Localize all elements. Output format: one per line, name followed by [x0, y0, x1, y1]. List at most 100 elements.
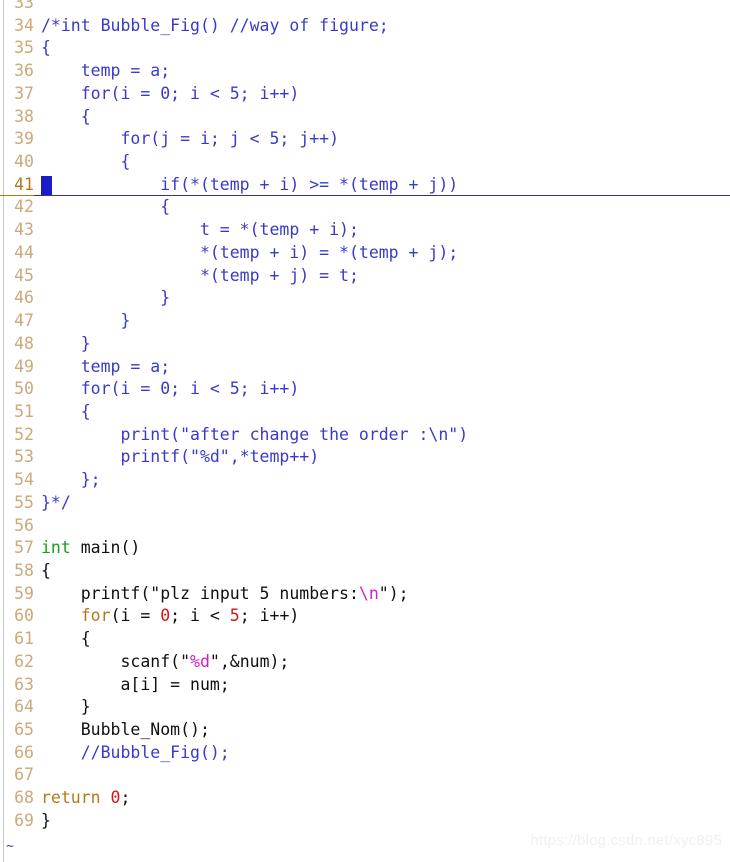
- line-text[interactable]: }: [41, 333, 91, 356]
- line-number: 59: [14, 583, 34, 603]
- code-line[interactable]: 37 for(i = 0; i < 5; i++): [0, 83, 730, 106]
- code-line[interactable]: 45 *(temp + j) = t;: [0, 265, 730, 288]
- line-number: 58: [14, 560, 34, 580]
- line-text[interactable]: temp = a;: [41, 356, 170, 379]
- code-line[interactable]: 44 *(temp + i) = *(temp + j);: [0, 242, 730, 265]
- code-line[interactable]: 33: [0, 0, 730, 15]
- token-plain: (i =: [110, 606, 161, 626]
- line-text[interactable]: a[i] = num;: [41, 674, 229, 697]
- line-text[interactable]: return 0;: [41, 787, 130, 810]
- code-editor-window[interactable]: 33 34/*int Bubble_Fig() //way of figure; 3…: [0, 0, 730, 862]
- code-line[interactable]: 34 /*int Bubble_Fig() //way of figure;: [0, 15, 730, 38]
- line-text[interactable]: }: [41, 287, 170, 310]
- line-text[interactable]: /*int Bubble_Fig() //way of figure;: [41, 15, 389, 38]
- token-comment: {: [41, 38, 51, 58]
- code-line[interactable]: 52 print("after change the order :\n"): [0, 424, 730, 447]
- line-text[interactable]: for(i = 0; i < 5; i++): [41, 605, 300, 628]
- line-text[interactable]: *(temp + j) = t;: [41, 265, 359, 288]
- line-number: 63: [14, 674, 34, 694]
- line-text[interactable]: {: [41, 106, 91, 129]
- line-number: 47: [14, 311, 34, 331]
- line-number: 40: [14, 152, 34, 172]
- token-plain: Bubble_Nom();: [41, 720, 210, 739]
- code-line[interactable]: 58 {: [0, 560, 730, 583]
- line-text[interactable]: {: [41, 560, 51, 583]
- code-line[interactable]: 67: [0, 764, 730, 787]
- code-line[interactable]: 61 {: [0, 628, 730, 651]
- line-text[interactable]: print("after change the order :\n"): [41, 424, 468, 447]
- code-line[interactable]: 59 printf("plz input 5 numbers:\n");: [0, 583, 730, 606]
- code-line[interactable]: 48 }: [0, 333, 730, 356]
- code-line[interactable]: 56: [0, 515, 730, 538]
- code-line[interactable]: 42 {: [0, 196, 730, 219]
- line-text[interactable]: }: [41, 810, 51, 833]
- code-line[interactable]: 43 t = *(temp + i);: [0, 219, 730, 242]
- code-line[interactable]: 47 }: [0, 310, 730, 333]
- code-line[interactable]: 46 }: [0, 287, 730, 310]
- token-plain: );: [388, 583, 409, 603]
- code-line[interactable]: 38 {: [0, 106, 730, 129]
- line-number: 57: [14, 538, 34, 558]
- line-text[interactable]: *(temp + i) = *(temp + j);: [41, 242, 458, 265]
- code-line[interactable]: 53 printf("%d",*temp++): [0, 446, 730, 469]
- token-comment: for(i = 0; i < 5; i++): [41, 83, 300, 103]
- code-line[interactable]: 64 }: [0, 696, 730, 719]
- line-text[interactable]: printf("plz input 5 numbers:\n");: [41, 583, 409, 606]
- line-text[interactable]: {: [41, 401, 91, 424]
- line-text[interactable]: if(*(temp + i) >= *(temp + j)): [41, 174, 458, 197]
- code-line[interactable]: 68 return 0;: [0, 787, 730, 810]
- token-comment: }: [41, 311, 131, 331]
- code-line[interactable]: 63 a[i] = num;: [0, 674, 730, 697]
- line-text[interactable]: Bubble_Nom();: [41, 719, 210, 742]
- line-text[interactable]: int main(): [41, 537, 140, 560]
- code-lines-container[interactable]: 33 34/*int Bubble_Fig() //way of figure; 3…: [0, 0, 730, 833]
- line-number: 44: [14, 242, 34, 262]
- line-text[interactable]: t = *(temp + i);: [41, 219, 359, 242]
- line-text[interactable]: for(i = 0; i < 5; i++): [41, 378, 300, 401]
- code-line[interactable]: 65 Bubble_Nom();: [0, 719, 730, 742]
- code-line[interactable]: 69}: [0, 810, 730, 833]
- token-comment: };: [41, 470, 101, 490]
- line-text[interactable]: scanf("%d",&num);: [41, 651, 289, 674]
- line-number: 51: [14, 401, 34, 421]
- line-text[interactable]: temp = a;: [41, 60, 170, 83]
- token-format: %d: [190, 651, 210, 671]
- line-text[interactable]: {: [41, 196, 170, 219]
- line-text[interactable]: {: [41, 628, 91, 651]
- line-number: 33: [14, 0, 34, 12]
- line-number: 48: [14, 333, 34, 353]
- code-line[interactable]: 39 for(j = i; j < 5; j++): [0, 128, 730, 151]
- token-plain: main(): [70, 538, 141, 558]
- code-line[interactable]: 36 temp = a;: [0, 60, 730, 83]
- token-comment: temp = a;: [41, 356, 171, 376]
- line-text[interactable]: printf("%d",*temp++): [41, 446, 319, 469]
- line-text[interactable]: }*/: [41, 492, 71, 515]
- line-number: 65: [14, 720, 34, 739]
- line-text[interactable]: }: [41, 696, 91, 719]
- code-line[interactable]: 50 for(i = 0; i < 5; i++): [0, 378, 730, 401]
- code-line[interactable]: 35 {: [0, 37, 730, 60]
- token-comment: for(i = 0; i < 5; i++): [41, 379, 300, 399]
- line-text[interactable]: for(i = 0; i < 5; i++): [41, 83, 300, 106]
- code-line[interactable]: 40 {: [0, 151, 730, 174]
- code-line[interactable]: 57 int main(): [0, 537, 730, 560]
- line-number: 46: [14, 288, 34, 308]
- line-text[interactable]: //Bubble_Fig();: [41, 742, 230, 765]
- token-comment: *(temp + j) = t;: [41, 265, 359, 285]
- code-line[interactable]: 54 };: [0, 469, 730, 492]
- line-text[interactable]: }: [41, 310, 130, 333]
- line-text[interactable]: {: [41, 151, 130, 174]
- line-text[interactable]: {: [41, 37, 51, 60]
- code-line[interactable]: 41 if(*(temp + i) >= *(temp + j)): [0, 174, 730, 197]
- code-line[interactable]: 62 scanf("%d",&num);: [0, 651, 730, 674]
- code-line[interactable]: 51 {: [0, 401, 730, 424]
- code-line[interactable]: 49 temp = a;: [0, 356, 730, 379]
- line-text[interactable]: for(j = i; j < 5; j++): [41, 128, 339, 151]
- token-format: \n: [358, 583, 379, 603]
- line-number: 50: [14, 379, 34, 399]
- code-line[interactable]: 66 //Bubble_Fig();: [0, 742, 730, 765]
- token-number: 0: [160, 606, 171, 626]
- code-line[interactable]: 55}*/: [0, 492, 730, 515]
- line-text[interactable]: };: [41, 469, 101, 492]
- code-line[interactable]: 60 for(i = 0; i < 5; i++): [0, 605, 730, 628]
